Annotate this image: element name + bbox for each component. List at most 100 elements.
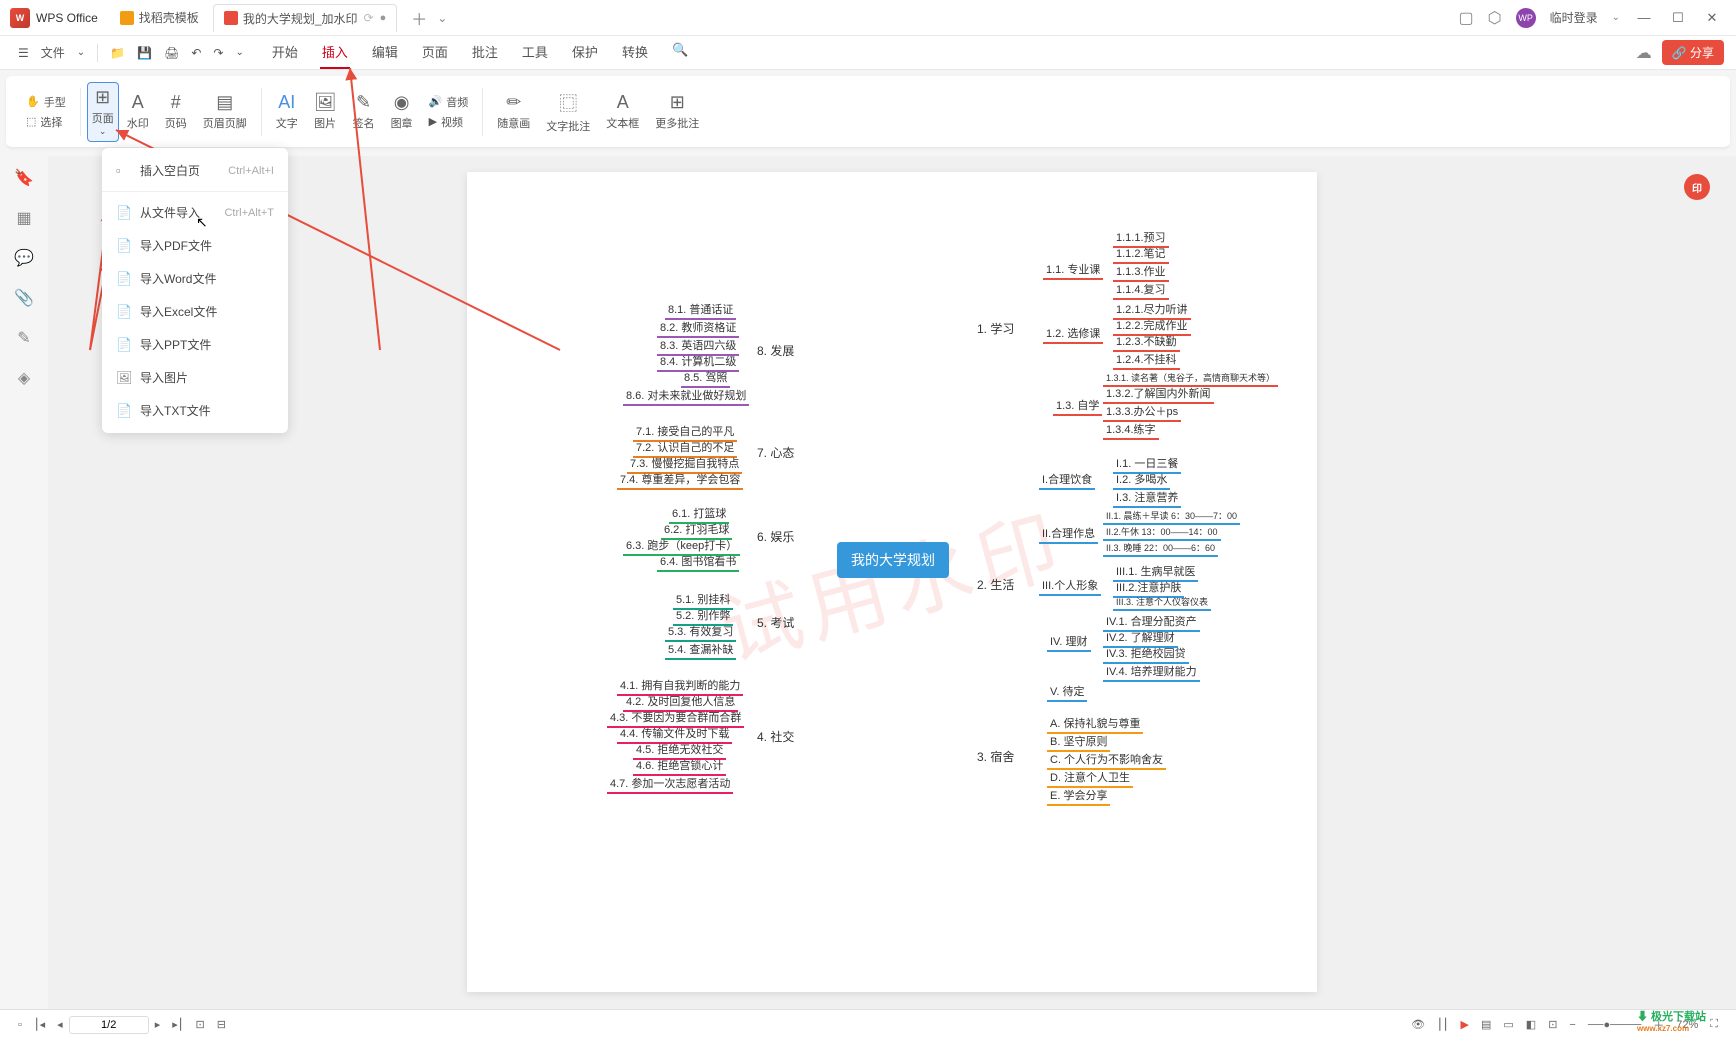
statusbar: ▫ ⎮◂ ◂ ▸ ▸⎮ ⊡ ⊟ 👁 ⎮⎮ ▶ ▤ ▭ ◧ ⊡ − ──●────… xyxy=(0,1009,1736,1039)
share-button[interactable]: 🔗 分享 xyxy=(1662,40,1724,65)
dd-import-ppt[interactable]: 📄导入PPT文件 xyxy=(102,328,288,361)
left-rail: 🔖 ▦ 💬 📎 ✎ ◈ xyxy=(0,156,48,388)
sb-view1-icon[interactable]: ⎮⎮ xyxy=(1431,1018,1454,1031)
ribbon-page[interactable]: ⊞页面 ⌄ xyxy=(87,82,119,142)
dd-import-txt[interactable]: 📄导入TXT文件 xyxy=(102,394,288,427)
ribbon-freehand[interactable]: ✏随意画 xyxy=(489,92,538,131)
thumbnail-icon[interactable]: ▦ xyxy=(16,208,31,228)
ribbon-textannot[interactable]: ⿴文字批注 xyxy=(538,90,598,134)
ribbon-pagenum[interactable]: #页码 xyxy=(157,92,195,131)
ribbon-textbox[interactable]: A文本框 xyxy=(598,92,647,131)
ribbon-moreannot[interactable]: ⊞更多批注 xyxy=(647,92,707,131)
tab-close-icon[interactable]: ● xyxy=(380,12,387,24)
dd-from-file[interactable]: 📄从文件导入Ctrl+Alt+T xyxy=(102,196,288,229)
edit-icon[interactable]: ✎ xyxy=(17,328,30,348)
page-dropdown: ▫插入空白页Ctrl+Alt+I 📄从文件导入Ctrl+Alt+T 📄导入PDF… xyxy=(102,148,288,433)
dd-insert-blank[interactable]: ▫插入空白页Ctrl+Alt+I xyxy=(102,154,288,187)
mm-node: III.3. 注意个人仪容仪表 xyxy=(1113,594,1211,611)
attachment-icon[interactable]: 📎 xyxy=(14,288,34,308)
dropdown-icon[interactable]: ⌄ xyxy=(1612,12,1620,23)
ribbon-sign[interactable]: ✎签名 xyxy=(345,92,383,131)
menu-insert[interactable]: 插入 xyxy=(320,36,350,69)
tab-template[interactable]: 找稻壳模板 xyxy=(110,4,209,32)
layers-icon[interactable]: ◈ xyxy=(18,368,30,388)
redo-icon[interactable]: ↷ xyxy=(207,46,229,60)
sb-fit-width-icon[interactable]: ⊡ xyxy=(1542,1018,1563,1031)
menu-convert[interactable]: 转换 xyxy=(620,36,650,69)
sb-prev-page[interactable]: ◂ xyxy=(51,1018,69,1031)
menu-page[interactable]: 页面 xyxy=(420,36,450,69)
open-icon[interactable]: 📁 xyxy=(104,46,131,60)
file-menu[interactable]: 文件 xyxy=(35,44,71,61)
pdf-badge[interactable]: 印 xyxy=(1684,174,1710,200)
sb-menu-icon[interactable]: ▫ xyxy=(12,1019,28,1031)
sb-view4-icon[interactable]: ▭ xyxy=(1497,1018,1519,1031)
sb-fit2-icon[interactable]: ⊟ xyxy=(211,1018,232,1031)
tab-document[interactable]: 我的大学规划_加水印 ⟳ ● xyxy=(213,4,397,32)
comment-icon[interactable]: 💬 xyxy=(14,248,34,268)
ribbon-watermark[interactable]: A水印 xyxy=(119,92,157,131)
mm-branch: 1. 学习 xyxy=(977,320,1014,337)
sb-last-page[interactable]: ▸⎮ xyxy=(166,1018,189,1031)
tab-label: 我的大学规划_加水印 xyxy=(243,10,358,27)
ribbon-image[interactable]: 🖼图片 xyxy=(306,92,345,131)
dd-import-pdf[interactable]: 📄导入PDF文件 xyxy=(102,229,288,262)
bookmark-icon[interactable]: 🔖 xyxy=(14,168,34,188)
page-input[interactable] xyxy=(69,1016,149,1034)
sb-fit-icon[interactable]: ⊡ xyxy=(190,1018,211,1031)
sb-view5-icon[interactable]: ◧ xyxy=(1520,1018,1542,1031)
sb-view3-icon[interactable]: ▤ xyxy=(1475,1018,1497,1031)
moreannot-icon: ⊞ xyxy=(670,92,685,113)
dd-import-image[interactable]: 🖼导入图片 xyxy=(102,361,288,394)
canvas-area[interactable]: 试用水印 我的大学规划 1. 学习 2. 生活 3. 宿舍 8. 发展 7. 心… xyxy=(48,156,1736,1009)
search-icon[interactable]: 🔍 xyxy=(670,36,690,69)
hand-tool[interactable]: ✋ 手型 xyxy=(26,94,66,110)
close-button[interactable]: ✕ xyxy=(1702,10,1722,26)
chevron-down-icon[interactable]: ⌄ xyxy=(229,47,249,58)
undo-icon[interactable]: ↶ xyxy=(185,46,207,60)
mm-node: IV.3. 拒绝校园贷 xyxy=(1103,644,1189,664)
avatar[interactable]: WP xyxy=(1516,8,1536,28)
ribbon-text[interactable]: AI文字 xyxy=(268,92,306,131)
tab-sync-icon: ⟳ xyxy=(364,11,374,25)
menu-annotate[interactable]: 批注 xyxy=(470,36,500,69)
ribbon-headerfooter[interactable]: ▤页眉页脚 xyxy=(195,92,255,131)
excel-icon: 📄 xyxy=(116,304,132,320)
ribbon-video[interactable]: ▶ 视频 xyxy=(429,114,469,130)
separator xyxy=(102,191,288,192)
sb-zoom-out[interactable]: − xyxy=(1563,1019,1581,1031)
menu-start[interactable]: 开始 xyxy=(270,36,300,69)
menu-tabs: 开始 插入 编辑 页面 批注 工具 保护 转换 🔍 xyxy=(270,36,690,69)
save-icon[interactable]: 💾 xyxy=(131,46,158,60)
mm-node: II.1. 晨练＋早读 6：30——7：00 xyxy=(1103,508,1240,525)
chevron-down-icon[interactable]: ⌄ xyxy=(71,47,91,58)
minimize-button[interactable]: — xyxy=(1634,10,1654,25)
login-text[interactable]: 临时登录 xyxy=(1550,9,1598,26)
menu-tool[interactable]: 工具 xyxy=(520,36,550,69)
dd-import-excel[interactable]: 📄导入Excel文件 xyxy=(102,295,288,328)
menu-protect[interactable]: 保护 xyxy=(570,36,600,69)
menu-edit[interactable]: 编辑 xyxy=(370,36,400,69)
panel-icon[interactable]: ▢ xyxy=(1459,8,1474,28)
sb-first-page[interactable]: ⎮◂ xyxy=(28,1018,51,1031)
cloud-icon[interactable]: ☁ xyxy=(1636,43,1652,63)
ribbon-audio[interactable]: 🔊 音频 xyxy=(429,94,469,110)
sb-next-page[interactable]: ▸ xyxy=(149,1018,167,1031)
sb-expand-icon[interactable]: ⛶ xyxy=(1704,1018,1724,1031)
select-tool[interactable]: ⬚ 选择 xyxy=(26,114,66,130)
cube-icon[interactable]: ⬡ xyxy=(1488,8,1502,28)
mm-node: D. 注意个人卫生 xyxy=(1047,768,1133,788)
menu-icon[interactable]: ☰ xyxy=(12,46,35,60)
print-icon[interactable]: 🖨 xyxy=(158,46,185,60)
sb-eye-icon[interactable]: 👁 xyxy=(1405,1018,1431,1031)
tab-icon xyxy=(120,11,134,25)
maximize-button[interactable]: ☐ xyxy=(1668,10,1688,26)
textbox-icon: A xyxy=(617,92,629,113)
dd-import-word[interactable]: 📄导入Word文件 xyxy=(102,262,288,295)
tab-more-icon[interactable]: ⌄ xyxy=(437,11,447,25)
ribbon-stamp[interactable]: ◉图章 xyxy=(383,92,421,131)
mm-node: IV.4. 培养理财能力 xyxy=(1103,662,1200,682)
dd-label: 插入空白页 xyxy=(140,162,200,179)
sb-view2-icon[interactable]: ▶ xyxy=(1455,1018,1475,1031)
tab-add-button[interactable]: ＋ xyxy=(411,6,427,30)
